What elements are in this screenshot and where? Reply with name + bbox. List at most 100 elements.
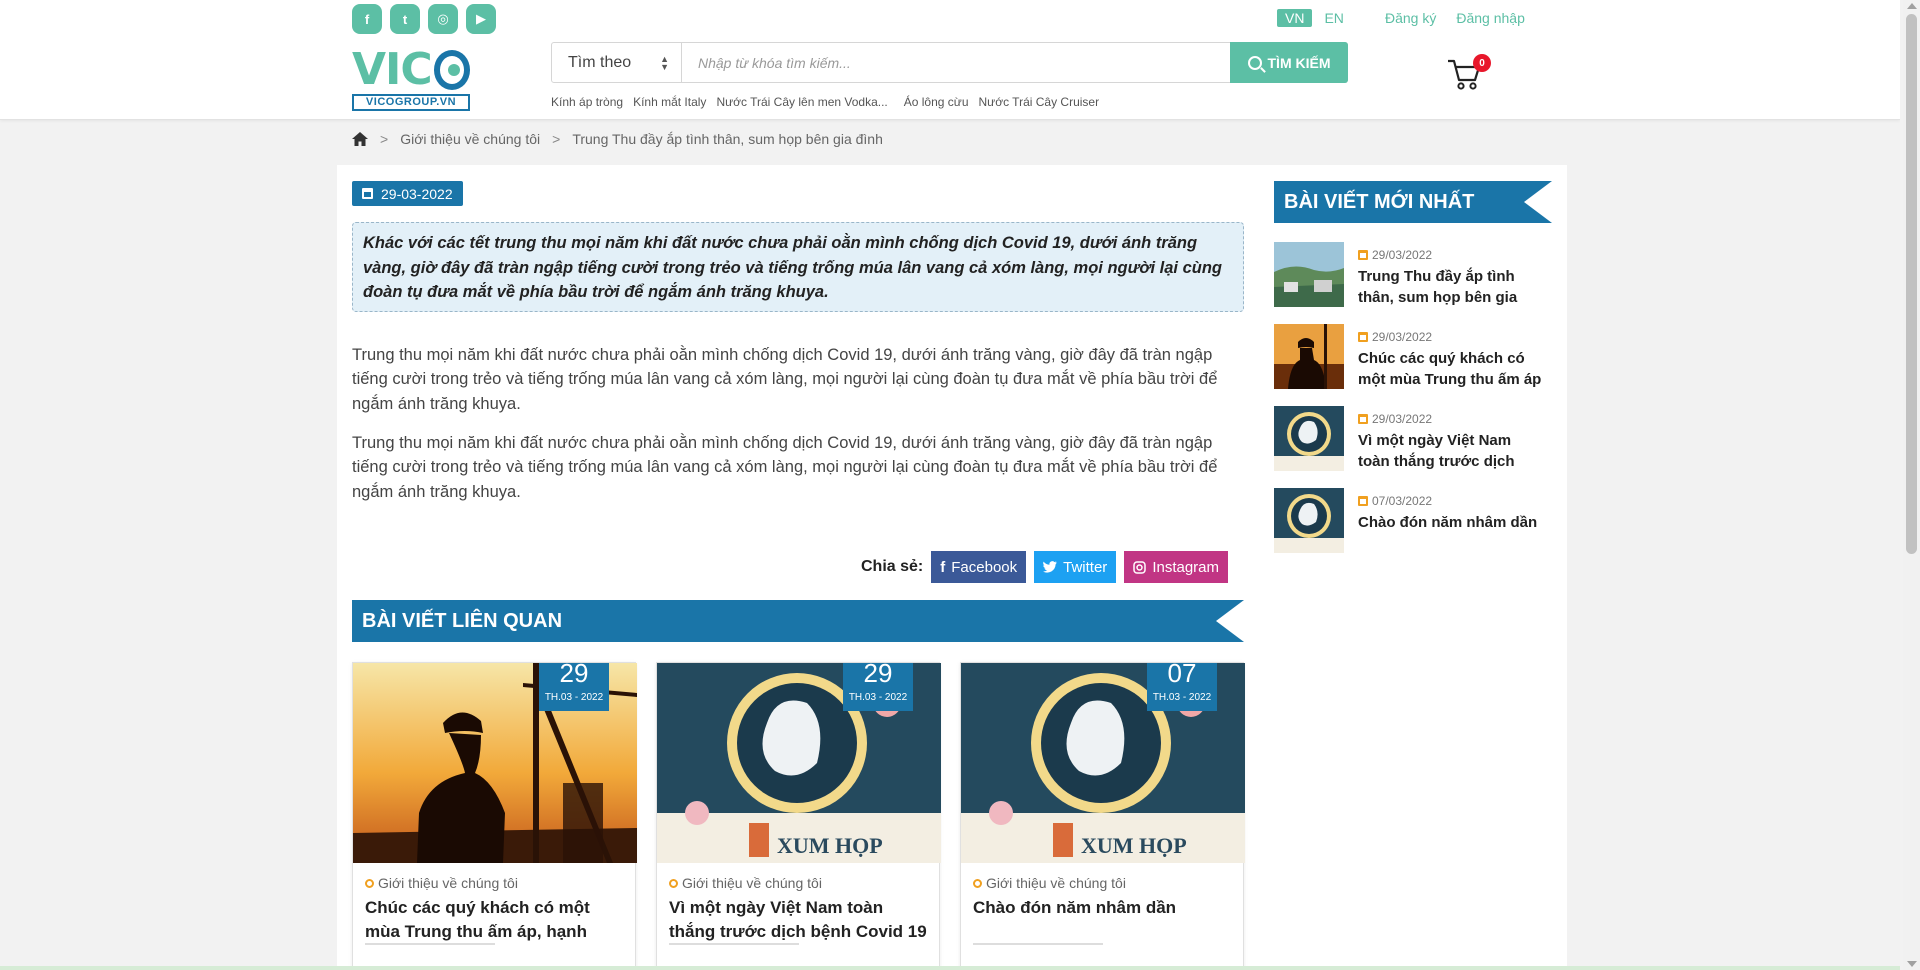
latest-date: 29/03/2022 [1358, 330, 1432, 344]
login-link[interactable]: Đăng nhập [1456, 10, 1525, 26]
latest-title[interactable]: Trung Thu đầy ắp tình thân, sum họp bên … [1358, 266, 1544, 308]
page-scrollbar[interactable] [1903, 0, 1920, 970]
logo-o-mark [433, 50, 470, 90]
page: f t ◎ ▶ VIC VICOGROUP.VN Tìm theo ▲▼ TÌM… [0, 0, 1900, 970]
latest-thumb [1274, 488, 1344, 553]
card-divider [973, 943, 1103, 945]
article-paragraph: Trung thu mọi năm khi đất nước chưa phải… [352, 346, 1218, 413]
card-category-label: Giới thiệu về chúng tôi [378, 875, 518, 891]
latest-thumb [1274, 242, 1344, 307]
logo-text: VIC [352, 44, 433, 95]
card-image-rabbit: XUM HỌP 07 TH.03 - 2022 [961, 663, 1245, 863]
latest-date-text: 07/03/2022 [1372, 494, 1433, 508]
card-image-worker: 29 TH.03 - 2022 [353, 663, 637, 863]
cart-button[interactable]: 0 [1446, 54, 1491, 96]
latest-date: 29/03/2022 [1358, 412, 1432, 426]
card-date-badge: 29 TH.03 - 2022 [843, 663, 913, 711]
calendar-icon [1358, 250, 1368, 260]
search-button-label: TÌM KIẾM [1267, 54, 1331, 71]
breadcrumb-current: Trung Thu đầy ắp tình thân, sum họp bên … [572, 131, 883, 147]
related-post-card[interactable]: XUM HỌP 29 TH.03 - 2022 Giới thiệu về ch… [656, 662, 941, 970]
keyword-link[interactable]: Nước Trái Cây lên men Vodka... [716, 95, 887, 109]
breadcrumb-item[interactable]: Giới thiệu về chúng tôi [400, 131, 540, 147]
facebook-icon: f [940, 558, 946, 576]
scroll-thumb[interactable] [1906, 14, 1917, 554]
share-twitter-label: Twitter [1063, 558, 1108, 576]
keyword-link[interactable]: Áo lông cừu [904, 95, 969, 109]
latest-post-item[interactable]: 07/03/2022 Chào đón năm nhâm dần [1274, 488, 1554, 558]
logo-subtitle: VICOGROUP.VN [352, 94, 470, 111]
youtube-icon[interactable]: ▶ [466, 4, 496, 34]
calendar-icon [362, 188, 373, 199]
share-bar: Chia sẻ: f Facebook Twitter Instagram [861, 551, 1229, 583]
latest-heading-text: BÀI VIẾT MỚI NHẤT [1284, 190, 1475, 213]
latest-thumb [1274, 406, 1344, 471]
article-paragraph: Trung thu mọi năm khi đất nước chưa phải… [352, 434, 1218, 501]
logo-wordmark: VIC [352, 48, 470, 92]
search-button[interactable]: TÌM KIẾM [1230, 42, 1348, 83]
facebook-icon[interactable]: f [352, 4, 382, 34]
keyword-link[interactable]: Kính áp tròng [551, 95, 623, 109]
related-post-card[interactable]: 29 TH.03 - 2022 Giới thiệu về chúng tôi … [352, 662, 637, 970]
scroll-up-arrow-icon[interactable] [1907, 3, 1917, 9]
card-category-label: Giới thiệu về chúng tôi [986, 875, 1126, 891]
share-facebook-button[interactable]: f Facebook [931, 551, 1027, 583]
latest-date: 29/03/2022 [1358, 248, 1432, 262]
svg-text:XUM HỌP: XUM HỌP [777, 833, 883, 858]
popular-keywords: Kính áp tròng Kính mắt Italy Nước Trái C… [551, 95, 1099, 109]
scroll-down-arrow-icon[interactable] [1907, 961, 1917, 967]
svg-text:XUM HỌP: XUM HỌP [1081, 833, 1187, 858]
category-dot-icon [973, 878, 982, 888]
site-logo[interactable]: VIC VICOGROUP.VN [352, 48, 470, 111]
related-heading-text: BÀI VIẾT LIÊN QUAN [362, 609, 563, 632]
twitter-icon [1043, 561, 1058, 573]
article-date-badge: 29-03-2022 [352, 181, 463, 206]
latest-post-item[interactable]: 29/03/2022 Trung Thu đầy ắp tình thân, s… [1274, 242, 1554, 312]
share-instagram-button[interactable]: Instagram [1124, 551, 1229, 583]
card-date-badge: 07 TH.03 - 2022 [1147, 663, 1217, 711]
social-links: f t ◎ ▶ [352, 4, 496, 34]
latest-title[interactable]: Vì một ngày Việt Nam toàn thắng trước dị… [1358, 430, 1544, 472]
auth-links: Đăng ký Đăng nhập [1385, 10, 1525, 26]
card-date-badge: 29 TH.03 - 2022 [539, 663, 609, 711]
latest-posts-heading: BÀI VIẾT MỚI NHẤT [1274, 181, 1552, 223]
search-type-select[interactable]: Tìm theo ▲ ▼ [552, 43, 682, 82]
instagram-icon [1133, 560, 1147, 574]
lang-vn-button[interactable]: VN [1277, 9, 1313, 27]
card-category[interactable]: Giới thiệu về chúng tôi [365, 875, 518, 891]
card-title[interactable]: Chúc các quý khách có một mùa Trung thu … [365, 896, 627, 944]
instagram-icon[interactable]: ◎ [428, 4, 458, 34]
search-input[interactable] [682, 43, 1230, 82]
breadcrumb-separator: > [552, 131, 561, 147]
card-title[interactable]: Vì một ngày Việt Nam toàn thắng trước dị… [669, 896, 931, 944]
share-twitter-button[interactable]: Twitter [1034, 551, 1117, 583]
share-instagram-label: Instagram [1152, 558, 1220, 576]
search-icon [1247, 55, 1262, 70]
calendar-icon [1358, 414, 1368, 424]
breadcrumb-separator: > [380, 131, 389, 147]
keyword-link[interactable]: Kính mắt Italy [633, 95, 706, 109]
latest-date: 07/03/2022 [1358, 494, 1432, 508]
card-divider [669, 943, 799, 945]
card-category[interactable]: Giới thiệu về chúng tôi [973, 875, 1126, 891]
card-category-label: Giới thiệu về chúng tôi [682, 875, 822, 891]
register-link[interactable]: Đăng ký [1385, 10, 1436, 26]
latest-post-item[interactable]: 29/03/2022 Chúc các quý khách có một mùa… [1274, 324, 1554, 394]
latest-post-item[interactable]: 29/03/2022 Vì một ngày Việt Nam toàn thắ… [1274, 406, 1554, 476]
lang-en-button[interactable]: EN [1318, 9, 1349, 27]
card-day: 07 [1167, 663, 1197, 688]
share-label: Chia sẻ: [861, 558, 924, 575]
latest-title[interactable]: Chúc các quý khách có một mùa Trung thu … [1358, 348, 1544, 390]
card-category[interactable]: Giới thiệu về chúng tôi [669, 875, 822, 891]
card-title[interactable]: Chào đón năm nhâm dần [973, 896, 1235, 920]
site-header: f t ◎ ▶ VIC VICOGROUP.VN Tìm theo ▲▼ TÌM… [0, 0, 1900, 120]
keyword-link[interactable]: Nước Trái Cây Cruiser [979, 95, 1100, 109]
latest-title[interactable]: Chào đón năm nhâm dần [1358, 512, 1544, 533]
bottom-bar [0, 966, 1900, 970]
language-switch: VN EN [1277, 9, 1350, 27]
latest-date-text: 29/03/2022 [1372, 248, 1433, 262]
cart-count-badge: 0 [1473, 54, 1491, 72]
home-icon[interactable] [352, 132, 368, 146]
twitter-icon[interactable]: t [390, 4, 420, 34]
related-post-card[interactable]: XUM HỌP 07 TH.03 - 2022 Giới thiệu về ch… [960, 662, 1245, 970]
